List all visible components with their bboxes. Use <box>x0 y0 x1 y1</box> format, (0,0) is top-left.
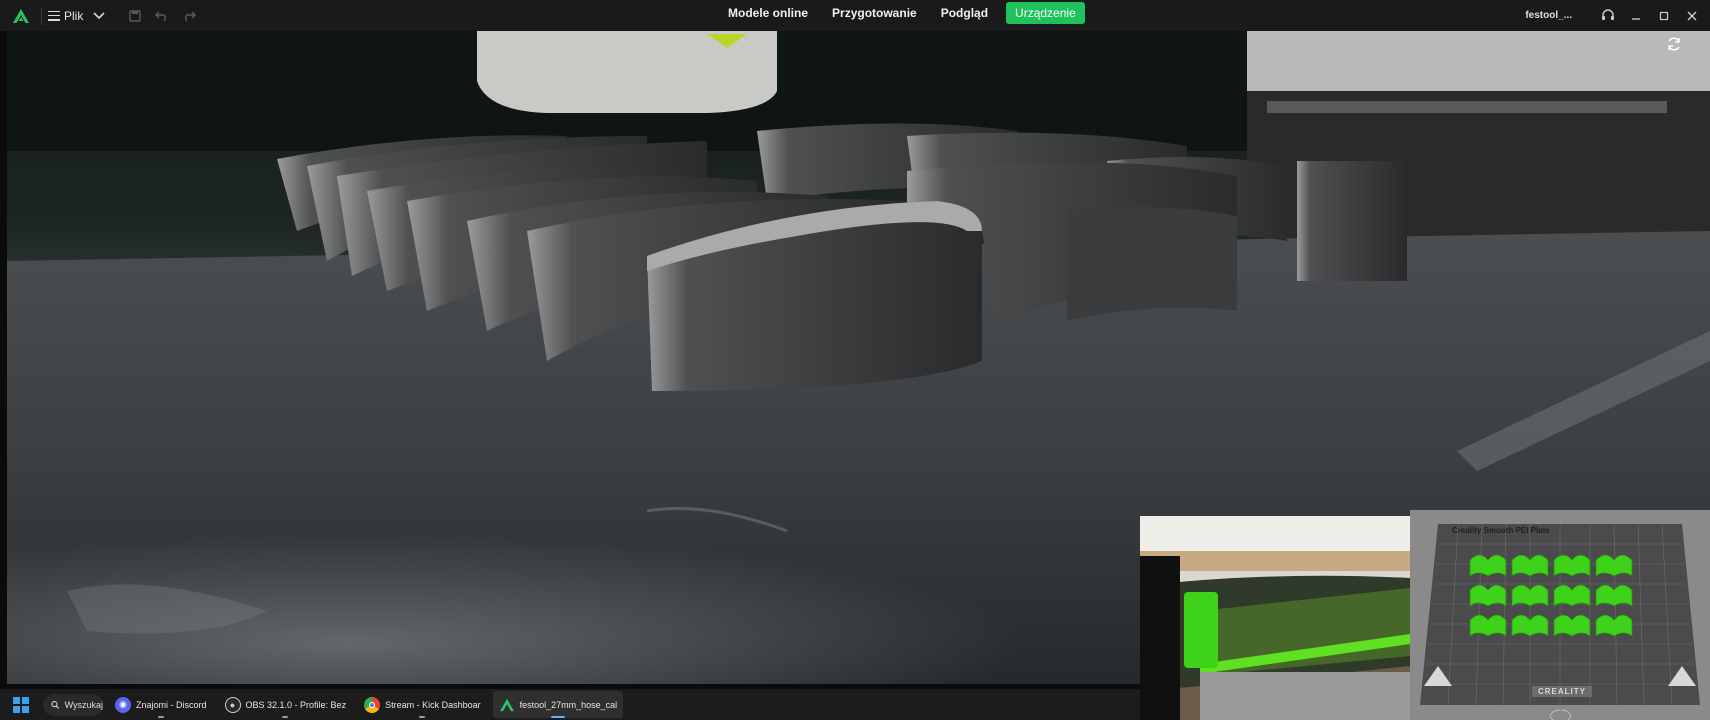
undo-icon[interactable] <box>154 8 170 24</box>
discord-icon: ◉ <box>115 696 131 713</box>
task-label: Znajomi - Discord <box>136 699 207 710</box>
taskbar-search[interactable]: Wyszukaj <box>43 693 103 716</box>
minimize-icon[interactable] <box>1622 0 1650 31</box>
overlay-build-plate-preview: Creality Smooth PEI Plate CREALITY <box>1410 510 1710 720</box>
headset-icon[interactable] <box>1594 0 1622 31</box>
refresh-icon[interactable] <box>1666 36 1684 54</box>
task-label: festool_27mm_hose_cal <box>519 699 618 710</box>
taskbar-item-chrome[interactable]: Stream - Kick Dashboar <box>358 691 487 718</box>
running-indicator <box>282 716 289 718</box>
save-icon[interactable] <box>127 8 143 24</box>
task-label: OBS 32.1.0 - Profile: Bez <box>245 699 347 710</box>
creality-print-logo <box>11 6 31 26</box>
window-controls: festool_... <box>1525 0 1710 31</box>
running-indicator <box>550 716 565 718</box>
redo-icon[interactable] <box>181 8 197 24</box>
taskbar-item-discord[interactable]: ◉ Znajomi - Discord <box>109 691 213 718</box>
divider <box>41 6 42 25</box>
running-indicator <box>419 716 426 718</box>
chrome-icon <box>364 696 381 713</box>
main-navigation: Modele online Przygotowanie Podgląd Urzą… <box>722 2 1085 24</box>
file-menu-label: Plik <box>64 8 84 23</box>
plate-label: Creality Smooth PEI Plate <box>1452 526 1550 535</box>
creality-icon <box>499 697 515 713</box>
app-title-bar: Plik Modele online Przygotowanie Podgląd… <box>0 0 1710 31</box>
tab-preview[interactable]: Podgląd <box>935 2 994 24</box>
tab-online-models[interactable]: Modele online <box>722 2 814 24</box>
overlay-hose-photo <box>1140 516 1410 720</box>
windows-taskbar: Wyszukaj ◉ Znajomi - Discord ● OBS 32.1.… <box>0 689 1140 720</box>
windows-start-icon[interactable] <box>13 696 29 713</box>
search-icon <box>51 700 60 709</box>
close-icon[interactable] <box>1678 0 1706 31</box>
running-indicator <box>157 716 164 718</box>
tab-prepare[interactable]: Przygotowanie <box>826 2 923 24</box>
plate-brand: CREALITY <box>1532 686 1592 697</box>
maximize-icon[interactable] <box>1650 0 1678 31</box>
taskbar-item-creality-print[interactable]: festool_27mm_hose_cal <box>492 691 624 718</box>
project-name: festool_... <box>1525 10 1572 21</box>
file-menu-button[interactable]: Plik <box>48 9 83 23</box>
tab-device[interactable]: Urządzenie <box>1006 2 1085 24</box>
chevron-down-icon[interactable] <box>93 7 105 25</box>
obs-icon: ● <box>224 696 241 713</box>
hamburger-icon <box>48 10 60 21</box>
task-label: Stream - Kick Dashboar <box>385 699 481 710</box>
taskbar-item-obs[interactable]: ● OBS 32.1.0 - Profile: Bez <box>219 691 353 718</box>
search-label: Wyszukaj <box>64 699 103 710</box>
